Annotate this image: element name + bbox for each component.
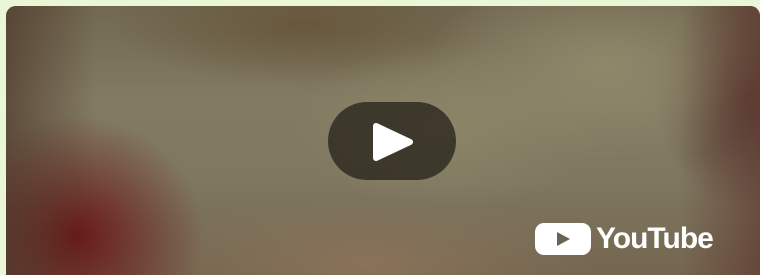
thumbnail-shade-left	[6, 6, 96, 275]
play-button[interactable]	[328, 102, 456, 180]
youtube-logo-link[interactable]: YouTube	[534, 222, 714, 256]
video-embed[interactable]: YouTube	[6, 6, 760, 275]
youtube-wordmark: YouTube	[596, 222, 714, 255]
youtube-icon	[534, 222, 592, 256]
play-icon	[373, 123, 413, 161]
